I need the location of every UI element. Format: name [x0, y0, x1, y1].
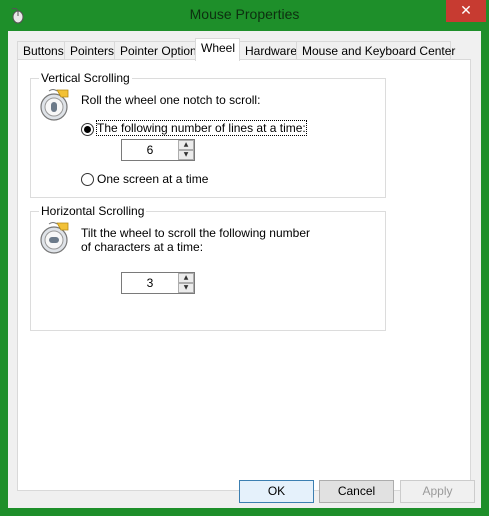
chars-spinner-buttons: ▲ ▼ [178, 273, 194, 293]
tab-pointer-options[interactable]: Pointer Options [114, 41, 203, 60]
option-screen-label[interactable]: One screen at a time [97, 172, 208, 186]
apply-button[interactable]: Apply [400, 480, 475, 503]
chars-value[interactable]: 3 [122, 273, 178, 293]
chars-down-button[interactable]: ▼ [178, 283, 194, 293]
horizontal-scrolling-group: Horizontal Scrolling Tilt the wheel to s… [30, 204, 386, 331]
tab-buttons[interactable]: Buttons [17, 41, 65, 60]
lines-spinner-buttons: ▲ ▼ [178, 140, 194, 160]
chars-spinner[interactable]: 3 ▲ ▼ [121, 272, 195, 294]
tab-hardware[interactable]: Hardware [239, 41, 297, 60]
dialog-client-area: Buttons Pointers Pointer Options Wheel H… [8, 31, 481, 508]
horizontal-intro-line1: Tilt the wheel to scroll the following n… [81, 226, 310, 240]
option-lines-label[interactable]: The following number of lines at a time: [96, 120, 307, 136]
vertical-scrolling-group: Vertical Scrolling Roll the wheel one no… [30, 71, 386, 198]
radio-lines-at-a-time[interactable] [81, 123, 94, 136]
ok-button[interactable]: OK [239, 480, 314, 503]
lines-down-button[interactable]: ▼ [178, 150, 194, 160]
vertical-scrolling-label: Vertical Scrolling [39, 71, 132, 85]
mouse-wheel-icon [40, 89, 69, 121]
cancel-button[interactable]: Cancel [319, 480, 394, 503]
vertical-intro-text: Roll the wheel one notch to scroll: [81, 93, 261, 107]
lines-spinner[interactable]: 6 ▲ ▼ [121, 139, 195, 161]
chars-up-button[interactable]: ▲ [178, 273, 194, 283]
lines-up-button[interactable]: ▲ [178, 140, 194, 150]
lines-value[interactable]: 6 [122, 140, 178, 160]
horizontal-scrolling-label: Horizontal Scrolling [39, 204, 147, 218]
tab-mouse-and-keyboard-center[interactable]: Mouse and Keyboard Center [296, 41, 455, 60]
arrow-up-icon: ▲ [183, 274, 189, 281]
wheel-tab-panel: Vertical Scrolling Roll the wheel one no… [17, 59, 471, 491]
tab-wheel[interactable]: Wheel [195, 38, 240, 61]
window-title: Mouse Properties [189, 6, 300, 22]
close-button[interactable]: ✕ [446, 0, 486, 22]
radio-one-screen[interactable] [81, 173, 94, 186]
arrow-down-icon: ▼ [183, 151, 189, 158]
close-icon: ✕ [460, 3, 472, 19]
mouse-properties-window: Mouse Properties ✕ Buttons Pointers Poin… [0, 0, 489, 516]
title-bar[interactable]: Mouse Properties ✕ [0, 0, 489, 31]
arrow-down-icon: ▼ [183, 284, 189, 291]
tab-pointers[interactable]: Pointers [64, 41, 115, 60]
arrow-up-icon: ▲ [183, 141, 189, 148]
horizontal-intro-line2: of characters at a time: [81, 240, 204, 254]
radio-selected-dot [84, 126, 91, 133]
mouse-wheel-icon [40, 222, 69, 254]
